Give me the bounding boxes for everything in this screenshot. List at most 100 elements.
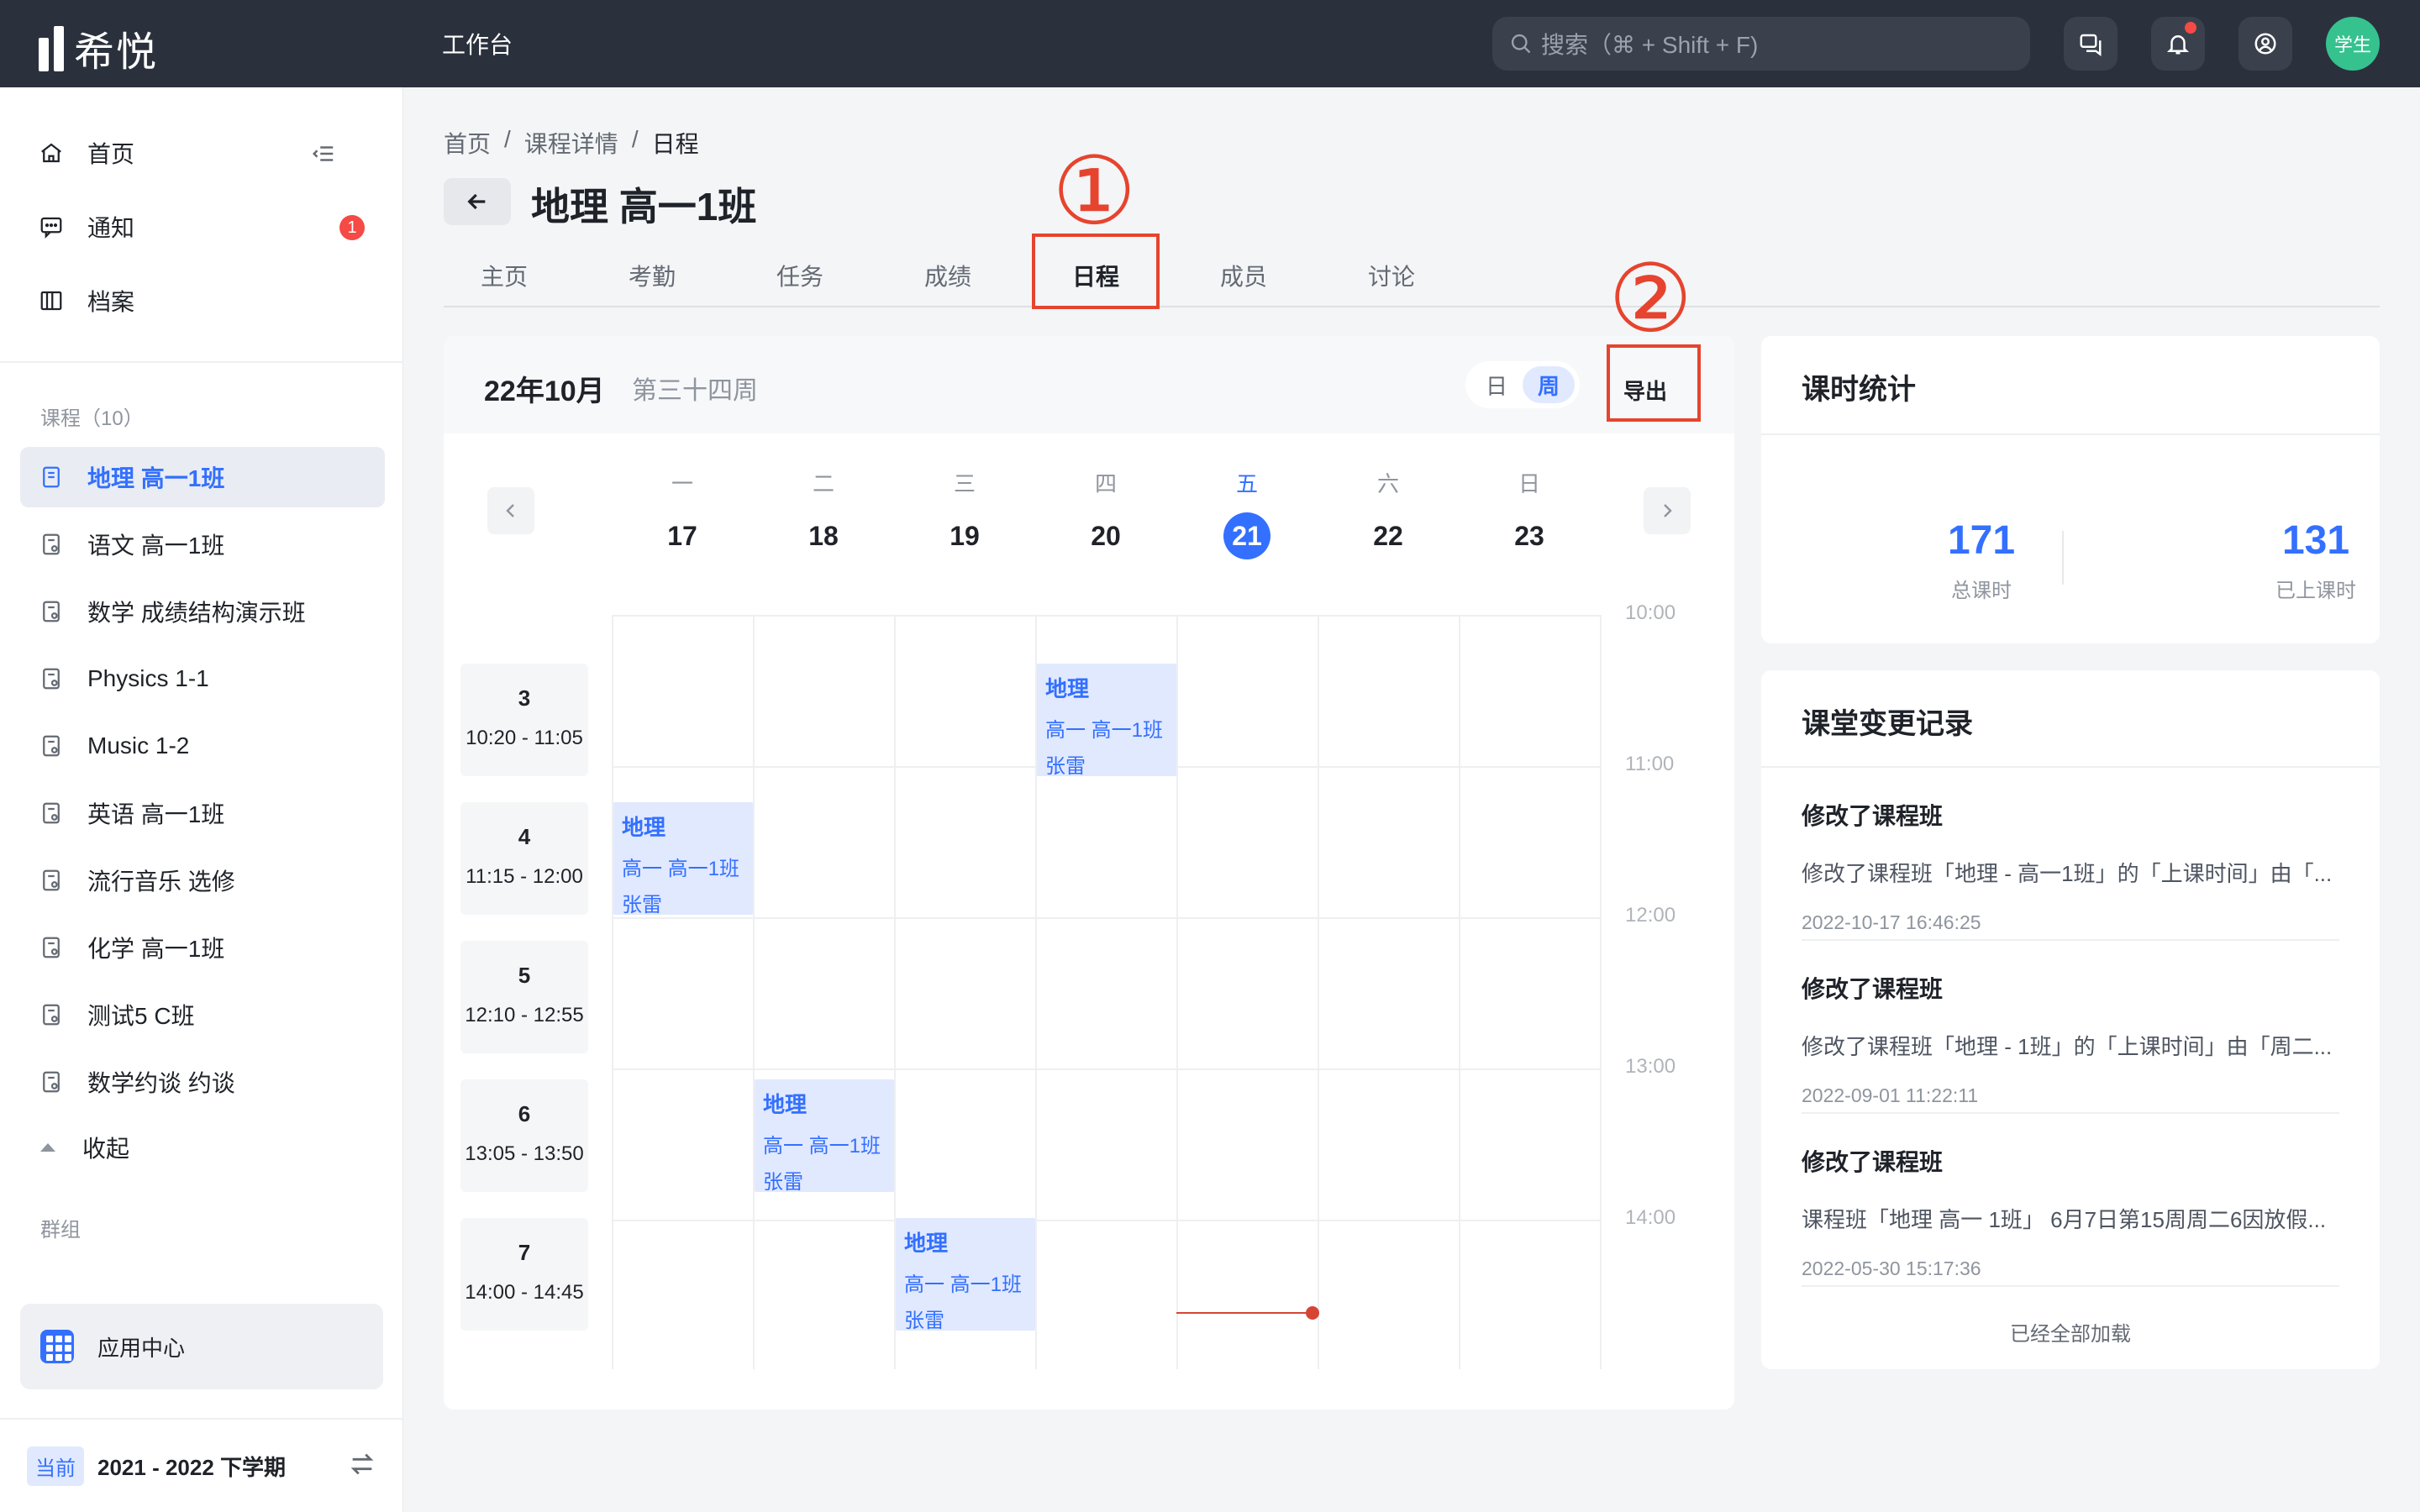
day-number: 22 [1373,521,1403,551]
log-separator [1802,939,2339,941]
workbench-title[interactable]: 工作台 [442,27,513,60]
next-week-button[interactable] [1644,487,1691,534]
tab-tasks[interactable]: 任务 [750,259,850,292]
stat-done-value: 131 [2281,518,2350,563]
prev-week-button[interactable] [487,487,534,534]
calendar-month: 22年10月 [484,375,605,407]
grid-column-line [1600,615,1602,1369]
view-day-option[interactable]: 日 [1470,366,1523,403]
course-item[interactable]: 地理 高一1班 [20,447,385,507]
log-entry[interactable]: 修改了课程班 课程班「地理 高一 1班」 6月7日第15周周二6因放假... 2… [1802,1144,2339,1280]
course-item[interactable]: 语文 高一1班 [20,514,385,575]
course-item[interactable]: 流行音乐 选修 [20,850,385,911]
breadcrumb-home[interactable]: 首页 [444,126,491,160]
course-item-label: 语文 高一1班 [87,533,225,559]
event-class: 高一 高一1班 [622,858,740,880]
app-center-label: 应用中心 [97,1335,186,1361]
day-number: 23 [1514,521,1544,551]
course-item[interactable]: 化学 高一1班 [20,917,385,978]
collapse-sidebar-icon[interactable] [311,141,336,166]
notification-button[interactable] [2151,17,2205,71]
course-book-icon [39,666,87,691]
period-time: 10:20 - 11:05 [466,727,583,749]
sidebar-divider [0,361,403,363]
view-week-option[interactable]: 周 [1523,366,1575,403]
course-item[interactable]: 数学 成绩结构演示班 [20,581,385,642]
card-title: 课堂变更记录 [1802,708,1973,740]
log-entry[interactable]: 修改了课程班 修改了课程班「地理 - 高一1班」的「上课时间」由「... 202… [1802,798,2339,934]
avatar[interactable]: 学生 [2326,17,2380,71]
log-separator [1802,1285,2339,1287]
day-header[interactable]: 一 17 [612,467,753,559]
course-book-icon [39,1069,87,1095]
schedule-event[interactable]: 地理 高一 高一1班 张雷 [1037,664,1176,778]
app-center-button[interactable]: 应用中心 [20,1304,383,1389]
sidebar-item-home[interactable]: 首页 [20,123,385,183]
card-divider [1761,766,2380,768]
breadcrumb-course-detail[interactable]: 课程详情 [524,126,618,160]
course-item[interactable]: 数学约谈 约谈 [20,1052,385,1112]
card-title: 课时统计 [1802,374,1916,406]
course-book-icon [39,868,87,893]
annotation-number-2: ② [1608,244,1693,354]
event-teacher: 张雷 [1045,755,1086,778]
course-item-label: 数学 成绩结构演示班 [87,600,306,626]
sidebar-item-archive[interactable]: 档案 [20,270,385,331]
schedule-event[interactable]: 地理 高一 高一1班 张雷 [896,1218,1035,1332]
fold-label: 收起 [82,1136,130,1162]
fold-courses-button[interactable]: 收起 [40,1131,129,1164]
logo-text: 希悦 [74,30,159,75]
log-entry[interactable]: 修改了课程班 修改了课程班「地理 - 1班」的「上课时间」由「周二... 202… [1802,971,2339,1107]
course-item[interactable]: Music 1-2 [20,716,385,776]
archive-icon [40,291,62,311]
course-item[interactable]: Physics 1-1 [20,648,385,709]
schedule-event[interactable]: 地理 高一 高一1班 张雷 [613,802,753,916]
log-entry-desc: 修改了课程班「地理 - 1班」的「上课时间」由「周二... [1802,1034,2333,1059]
period-slot: 7 14:00 - 14:45 [460,1218,588,1331]
day-name: 日 [1518,471,1540,496]
search-icon [1511,34,1531,54]
tab-attendance[interactable]: 考勤 [602,259,702,292]
course-book-icon [39,935,87,960]
swap-term-icon[interactable] [348,1450,376,1478]
app-logo[interactable]: 希悦 [39,18,158,77]
top-bar: 希悦 工作台 搜索（⌘ + Shift + F) 学生 [0,0,2420,87]
sidebar-item-notifications[interactable]: 通知 1 [20,197,385,257]
day-name: 五 [1235,471,1258,496]
day-header[interactable]: 五 21 [1176,467,1318,559]
breadcrumb-separator: / [504,126,511,152]
day-header[interactable]: 四 20 [1035,467,1176,559]
course-item[interactable]: 英语 高一1班 [20,783,385,843]
account-switch-button[interactable] [2238,17,2292,71]
annotation-number-1: ① [1052,137,1137,246]
period-number: 7 [518,1240,531,1265]
stat-total-label: 总课时 [1951,580,2012,602]
day-header[interactable]: 三 19 [894,467,1035,559]
tab-grades[interactable]: 成绩 [897,259,998,292]
course-item-label: 数学约谈 约谈 [87,1070,235,1096]
day-header[interactable]: 日 23 [1459,467,1600,559]
period-time: 12:10 - 12:55 [465,1004,584,1026]
chat-button[interactable] [2064,17,2118,71]
log-entry-time: 2022-05-30 15:17:36 [1802,1257,1981,1279]
chat-icon [2080,34,2102,56]
day-header[interactable]: 二 18 [753,467,894,559]
search-input[interactable]: 搜索（⌘ + Shift + F) [1492,17,2030,71]
arrow-left-icon [467,193,486,210]
day-header[interactable]: 六 22 [1318,467,1459,559]
tab-members[interactable]: 成员 [1193,259,1294,292]
tab-discussion[interactable]: 讨论 [1341,259,1442,292]
tab-home[interactable]: 主页 [454,259,555,292]
grid-column-line [1459,615,1460,1369]
breadcrumb-current: 日程 [651,131,699,157]
annotation-box-export [1607,344,1701,422]
back-button[interactable] [444,178,511,225]
course-item[interactable]: 测试5 C班 [20,984,385,1045]
course-item-label: Physics 1-1 [87,665,209,691]
course-item-label: Music 1-2 [87,732,190,759]
schedule-event[interactable]: 地理 高一 高一1班 张雷 [755,1079,894,1194]
card-divider [1761,433,2380,435]
day-name: 一 [671,471,693,496]
hour-label: 12:00 [1625,904,1676,927]
period-time: 14:00 - 14:45 [465,1281,584,1304]
